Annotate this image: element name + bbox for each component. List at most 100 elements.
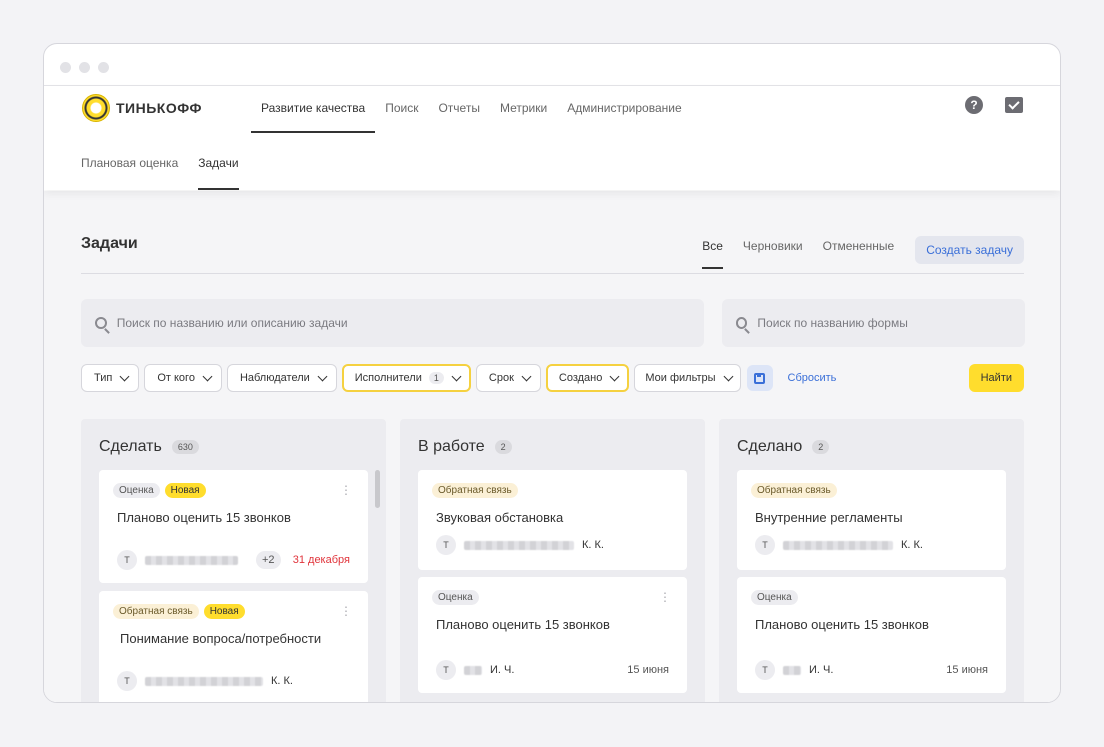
- nav-item-reports[interactable]: Отчеты: [428, 86, 489, 133]
- filter-assignees[interactable]: Исполнители 1: [341, 364, 471, 392]
- task-card[interactable]: Оценка ⋮ Планово оценить 15 звонков Т И.…: [418, 577, 687, 693]
- card-date: 15 июня: [627, 664, 669, 676]
- card-tags: Оценка: [432, 590, 479, 605]
- author-initials: И. Ч.: [809, 664, 834, 676]
- form-search-input[interactable]: [757, 316, 1025, 330]
- kanban-column-done: Сделано 2 Обратная связь Внутренние регл…: [719, 419, 1024, 702]
- chevron-down-icon: [723, 371, 733, 381]
- inbox-icon[interactable]: [1005, 97, 1023, 113]
- more-options-icon[interactable]: ⋮: [340, 484, 352, 496]
- task-card[interactable]: Оценка Новая ⋮ Планово оценить 15 звонко…: [99, 470, 368, 583]
- subnav-item-planned-evaluation[interactable]: Плановая оценка: [81, 133, 178, 190]
- more-options-icon[interactable]: ⋮: [340, 605, 352, 617]
- tab-drafts[interactable]: Черновики: [733, 231, 813, 269]
- filter-type[interactable]: Тип: [81, 364, 140, 392]
- avatar: Т: [436, 535, 456, 555]
- blurred-author-name: [145, 555, 238, 565]
- blurred-author-name: [464, 540, 574, 550]
- chevron-down-icon: [521, 371, 532, 381]
- task-card[interactable]: Обратная связь Внутренние регламенты Т К…: [737, 470, 1006, 570]
- top-navigation: ТИНЬКОФФ Развитие качества Поиск Отчеты …: [44, 86, 1060, 190]
- create-task-button[interactable]: Создать задачу: [915, 236, 1024, 264]
- nav-item-metrics[interactable]: Метрики: [490, 86, 557, 133]
- subnav-item-tasks[interactable]: Задачи: [198, 133, 239, 190]
- task-search-input[interactable]: [116, 316, 704, 330]
- column-header: Сделано 2: [737, 438, 830, 456]
- tag-feedback: Обратная связь: [751, 483, 837, 498]
- filter-count-badge: 1: [428, 372, 444, 384]
- avatar: Т: [755, 660, 775, 680]
- card-title: Планово оценить 15 звонков: [436, 617, 610, 632]
- author-initials: К. К.: [901, 539, 923, 551]
- help-icon[interactable]: ?: [965, 96, 983, 114]
- card-title: Планово оценить 15 звонков: [755, 617, 929, 632]
- filter-my-filters[interactable]: Мои фильтры: [634, 364, 741, 392]
- search-icon: [95, 317, 107, 329]
- floppy-disk-icon: [754, 372, 766, 384]
- column-title: Сделано: [737, 438, 803, 455]
- blurred-author-name: [464, 665, 482, 675]
- column-title: В работе: [418, 438, 485, 455]
- column-scrollbar[interactable]: [375, 470, 380, 508]
- due-date: 31 декабря: [292, 554, 350, 566]
- card-tags: Обратная связь Новая: [113, 604, 245, 619]
- task-card[interactable]: Обратная связь Новая ⋮ Понимание вопроса…: [99, 591, 368, 702]
- reset-filters-link[interactable]: Сбросить: [788, 372, 837, 384]
- tag-new: Новая: [203, 604, 245, 619]
- more-options-icon[interactable]: ⋮: [659, 591, 671, 603]
- author-initials: И. Ч.: [490, 664, 515, 676]
- card-footer: Т К. К.: [117, 670, 350, 692]
- card-title: Планово оценить 15 звонков: [117, 510, 291, 525]
- tab-cancelled[interactable]: Отмененные: [813, 231, 905, 269]
- tinkoff-emblem-icon: [82, 94, 110, 122]
- search-icon: [736, 317, 748, 329]
- blurred-author-name: [783, 665, 801, 675]
- card-footer: Т +2 31 декабря: [117, 549, 350, 571]
- filter-label: Мои фильтры: [645, 372, 716, 384]
- card-tags: Обратная связь: [432, 483, 518, 498]
- chevron-down-icon: [317, 371, 328, 381]
- nav-item-admin[interactable]: Администрирование: [557, 86, 691, 133]
- save-filters-button[interactable]: [746, 365, 773, 391]
- blurred-author-name: [783, 540, 893, 550]
- blurred-author-name: [145, 676, 263, 686]
- avatar: Т: [117, 550, 137, 570]
- card-footer: Т К. К.: [436, 534, 669, 556]
- nav-item-search[interactable]: Поиск: [375, 86, 428, 133]
- find-button[interactable]: Найти: [968, 364, 1024, 392]
- author-initials: К. К.: [582, 539, 604, 551]
- card-title: Понимание вопроса/потребности: [120, 631, 322, 646]
- column-count-badge: 630: [171, 440, 199, 454]
- card-title: Звуковая обстановка: [436, 510, 564, 525]
- kanban-column-in-progress: В работе 2 Обратная связь Звуковая обста…: [400, 419, 705, 702]
- filter-label: От кого: [157, 372, 195, 384]
- form-search[interactable]: [722, 299, 1025, 347]
- brand-name: ТИНЬКОФФ: [116, 100, 202, 116]
- tab-all[interactable]: Все: [692, 231, 733, 269]
- window-close-dot[interactable]: [60, 62, 71, 73]
- filter-from[interactable]: От кого: [144, 364, 222, 392]
- card-footer: Т И. Ч. 15 июня: [755, 659, 988, 681]
- filter-created[interactable]: Создано: [545, 364, 630, 392]
- task-card[interactable]: Оценка Планово оценить 15 звонков Т И. Ч…: [737, 577, 1006, 693]
- filter-deadline[interactable]: Срок: [475, 364, 541, 392]
- card-footer: Т К. К.: [755, 534, 988, 556]
- filter-watchers[interactable]: Наблюдатели: [226, 364, 337, 392]
- tag-evaluation: Оценка: [751, 590, 798, 605]
- author-initials: К. К.: [271, 675, 293, 687]
- view-tabs: Все Черновики Отмененные Создать задачу: [692, 231, 1024, 269]
- window-minimize-dot[interactable]: [79, 62, 90, 73]
- task-search[interactable]: [81, 299, 704, 347]
- task-card[interactable]: Обратная связь Звуковая обстановка Т К. …: [418, 470, 687, 570]
- chevron-down-icon: [609, 371, 620, 381]
- card-footer: Т И. Ч. 15 июня: [436, 659, 669, 681]
- brand-logo[interactable]: ТИНЬКОФФ: [82, 94, 202, 122]
- window-maximize-dot[interactable]: [98, 62, 109, 73]
- chevron-down-icon: [202, 371, 213, 381]
- avatar: Т: [436, 660, 456, 680]
- filter-label: Исполнители: [354, 372, 422, 384]
- tag-evaluation: Оценка: [432, 590, 479, 605]
- nav-item-quality[interactable]: Развитие качества: [251, 86, 376, 133]
- card-title: Внутренние регламенты: [755, 510, 903, 525]
- chevron-down-icon: [119, 371, 130, 381]
